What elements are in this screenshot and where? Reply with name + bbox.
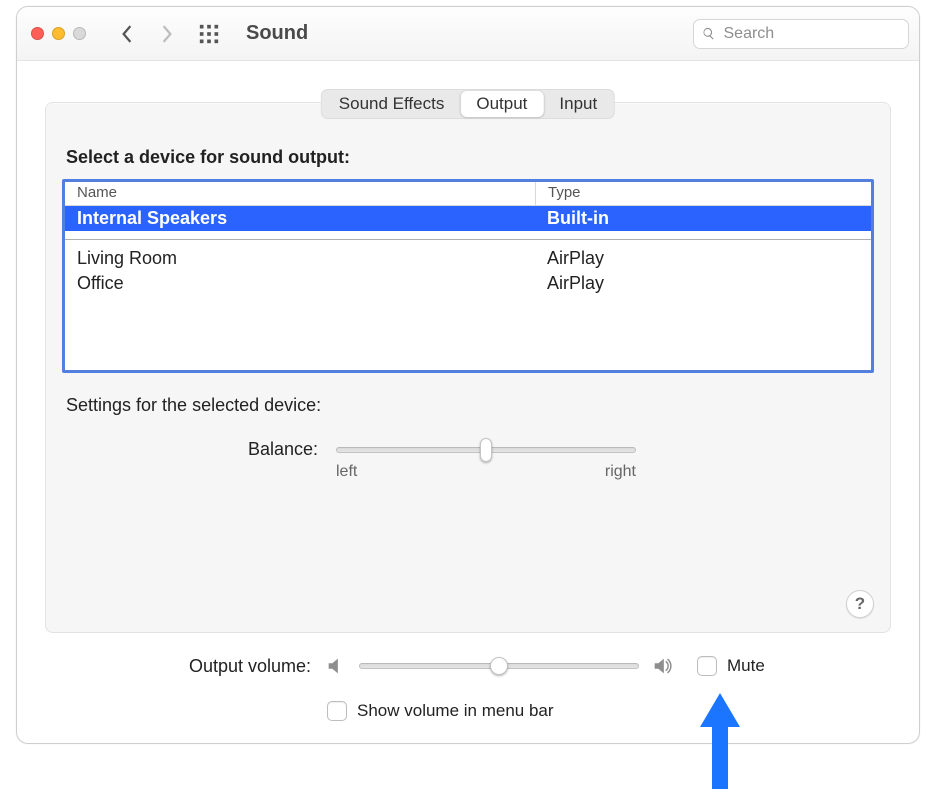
tab-input[interactable]: Input bbox=[543, 91, 613, 117]
volume-high-icon bbox=[649, 655, 675, 677]
window-title: Sound bbox=[246, 22, 308, 45]
output-volume-slider[interactable] bbox=[359, 663, 639, 669]
table-row[interactable]: Office AirPlay bbox=[65, 271, 871, 296]
column-name[interactable]: Name bbox=[65, 182, 535, 205]
titlebar: Sound bbox=[17, 7, 919, 61]
forward-button[interactable] bbox=[150, 19, 184, 49]
device-name: Internal Speakers bbox=[65, 206, 535, 231]
balance-slider-thumb[interactable] bbox=[480, 438, 492, 462]
maximize-window-button[interactable] bbox=[73, 27, 86, 40]
balance-label: Balance: bbox=[46, 439, 336, 460]
device-name: Office bbox=[65, 271, 535, 296]
device-type: AirPlay bbox=[535, 271, 871, 296]
close-window-button[interactable] bbox=[31, 27, 44, 40]
grid-icon bbox=[198, 23, 220, 45]
column-type[interactable]: Type bbox=[535, 182, 871, 205]
table-row[interactable]: Living Room AirPlay bbox=[65, 246, 871, 271]
traffic-lights bbox=[31, 27, 86, 40]
tab-sound-effects[interactable]: Sound Effects bbox=[323, 91, 461, 117]
back-button[interactable] bbox=[110, 19, 144, 49]
search-input[interactable] bbox=[722, 24, 901, 44]
table-divider bbox=[65, 239, 871, 240]
show-in-menubar-label: Show volume in menu bar bbox=[357, 701, 554, 721]
balance-control: Balance: left right bbox=[46, 439, 890, 481]
sound-preferences-window: Sound Sound Effects Output Input Select … bbox=[16, 6, 920, 744]
help-button[interactable]: ? bbox=[846, 590, 874, 618]
balance-left-label: left bbox=[336, 463, 357, 481]
device-name: Living Room bbox=[65, 246, 535, 271]
mute-checkbox[interactable] bbox=[697, 656, 717, 676]
search-icon bbox=[702, 26, 716, 41]
show-in-menubar-row: Show volume in menu bar bbox=[17, 701, 919, 721]
device-type: Built-in bbox=[535, 206, 871, 231]
device-type: AirPlay bbox=[535, 246, 871, 271]
balance-right-label: right bbox=[605, 463, 636, 481]
minimize-window-button[interactable] bbox=[52, 27, 65, 40]
sound-tabs: Sound Effects Output Input bbox=[321, 89, 615, 119]
table-row[interactable]: Internal Speakers Built-in bbox=[65, 206, 871, 231]
tab-output[interactable]: Output bbox=[460, 91, 543, 117]
mute-label: Mute bbox=[727, 656, 765, 676]
settings-for-device-label: Settings for the selected device: bbox=[66, 395, 321, 416]
sound-panel: Sound Effects Output Input Select a devi… bbox=[45, 102, 891, 633]
balance-slider[interactable] bbox=[336, 447, 636, 453]
chevron-right-icon bbox=[160, 25, 174, 43]
show-all-prefs-button[interactable] bbox=[192, 19, 226, 49]
output-device-table: Name Type Internal Speakers Built-in Liv… bbox=[62, 179, 874, 373]
search-field[interactable] bbox=[693, 19, 909, 49]
chevron-left-icon bbox=[120, 25, 134, 43]
select-output-device-label: Select a device for sound output: bbox=[66, 147, 350, 168]
table-header: Name Type bbox=[65, 182, 871, 206]
output-volume-slider-thumb[interactable] bbox=[490, 657, 508, 675]
output-volume-row: Output volume: Mute bbox=[17, 655, 919, 677]
output-volume-label: Output volume: bbox=[17, 656, 323, 677]
show-in-menubar-checkbox[interactable] bbox=[327, 701, 347, 721]
callout-arrow-icon bbox=[700, 693, 740, 789]
volume-low-icon bbox=[323, 655, 349, 677]
